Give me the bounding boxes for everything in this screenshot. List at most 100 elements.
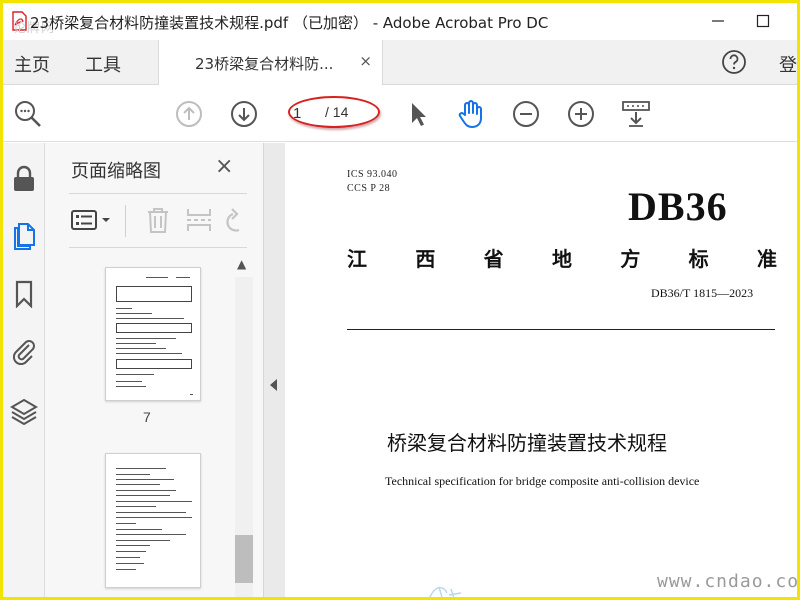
site-watermark: www.cndao.com [657,571,797,592]
tab-document[interactable]: 23桥梁复合材料防... × [158,40,383,85]
thumb-line [116,468,166,469]
page-down-icon [231,101,257,127]
thumb-line [116,386,146,387]
collapse-panel-arrow[interactable] [270,379,277,391]
std-char: 方 [620,247,641,271]
attachments-button[interactable] [9,335,39,367]
layers-icon [10,398,38,425]
zoom-in-icon [568,101,594,127]
maximize-button[interactable] [748,9,778,33]
thumbnail-page-number: 7 [143,409,151,425]
thumb-line [116,484,160,485]
rotate-page-button[interactable] [221,203,247,237]
thumb-line [116,545,150,546]
thumb-table [116,359,192,369]
thumbnail-options-button[interactable] [69,203,117,237]
std-char: 江 [347,247,367,271]
thumb-line [116,512,186,513]
thumb-line [116,479,174,480]
fit-page-button[interactable] [621,99,651,129]
page-number-input[interactable] [293,99,323,127]
thumb-line [116,338,176,339]
thumbnail-scrollbar[interactable]: ▲ [233,255,255,597]
thumb-line [116,529,162,530]
close-tab-button[interactable]: × [359,52,372,70]
standard-number: DB36/T 1815—2023 [651,286,754,300]
thumb-line [116,501,192,502]
pages-icon [14,223,35,250]
thumb-line [116,374,154,375]
thumb-line [116,308,132,309]
minimize-button[interactable] [703,9,733,33]
document-title-zh: 桥梁复合材料防撞装置技术规程 [387,431,667,455]
previous-page-button[interactable] [174,99,204,129]
thumb-line [176,277,190,278]
tool-separator [125,205,126,237]
window-title: 23桥梁复合材料防撞装置技术规程.pdf （已加密） - Adobe Acrob… [30,14,549,32]
ics-code: ICS 93.040 [347,169,398,180]
standard-code: DB36 [628,184,728,229]
bookmarks-button[interactable] [9,278,39,310]
login-link[interactable]: 登 [779,51,797,77]
extract-page-button[interactable] [182,203,216,237]
page-up-icon [176,101,202,127]
thumb-line [116,381,142,382]
hand-tool-button[interactable] [456,99,486,129]
zoom-in-button[interactable] [566,99,596,129]
panel-close-button[interactable]: × [215,154,233,179]
std-char: 省 [483,247,504,271]
page-navigator: / 14 [289,99,375,127]
thumb-line [116,490,176,491]
standard-type: 江 西 省 地 方 标 准 [347,243,777,272]
scroll-thumb[interactable] [235,535,253,583]
thumb-line [116,557,140,558]
thumb-line [116,569,136,570]
navigation-rail [3,143,45,597]
document-view[interactable]: ICS 93.040 CCS P 28 DB36 江 西 省 地 方 标 准 D… [285,143,797,597]
rotate-icon [226,208,240,232]
layers-button[interactable] [9,395,39,427]
thumb-line [116,517,192,518]
toolbar: / 14 [3,85,797,142]
thumb-line [116,540,170,541]
panel-toolbar [69,201,247,241]
thumb-line [116,551,146,552]
select-tool-button[interactable] [403,99,433,129]
thumb-line [116,343,156,344]
thumb-line [116,313,152,314]
std-char: 准 [756,247,777,271]
select-pointer-icon [412,103,426,126]
thumb-line [116,353,182,354]
tab-bar: 主页 工具 23桥梁复合材料防... × 登 [3,40,797,85]
delete-page-button[interactable] [141,203,175,237]
thumb-line [146,277,168,278]
help-icon[interactable] [721,49,747,75]
tab-home[interactable]: 主页 [14,51,50,77]
thumbnails-panel: 页面缩略图 × 7 ▲ [45,143,263,597]
thumb-line [116,348,166,349]
panel-splitter[interactable] [263,143,285,597]
trash-icon [148,208,168,233]
thumb-line [190,394,193,395]
thumb-table [116,286,192,302]
zoom-search-button[interactable] [13,99,43,129]
tab-tools[interactable]: 工具 [85,51,121,77]
attachment-icon [12,340,35,365]
thumb-line [116,506,156,507]
thumb-line [116,495,170,496]
ccs-code: CCS P 28 [347,183,391,194]
next-page-button[interactable] [229,99,259,129]
std-char: 标 [688,247,709,271]
bookmark-icon [15,280,33,308]
zoom-out-icon [513,101,539,127]
security-button[interactable] [9,163,39,195]
thumb-line [116,534,186,535]
page-thumbnail[interactable] [105,453,201,588]
zoom-out-button[interactable] [511,99,541,129]
lock-icon [14,165,34,191]
document-title-en: Technical specification for bridge compo… [385,474,700,488]
maximize-icon [756,14,770,28]
page-thumbnail[interactable] [105,267,201,401]
scroll-up-arrow[interactable]: ▲ [237,257,246,271]
page-thumbnails-button[interactable] [9,220,39,252]
